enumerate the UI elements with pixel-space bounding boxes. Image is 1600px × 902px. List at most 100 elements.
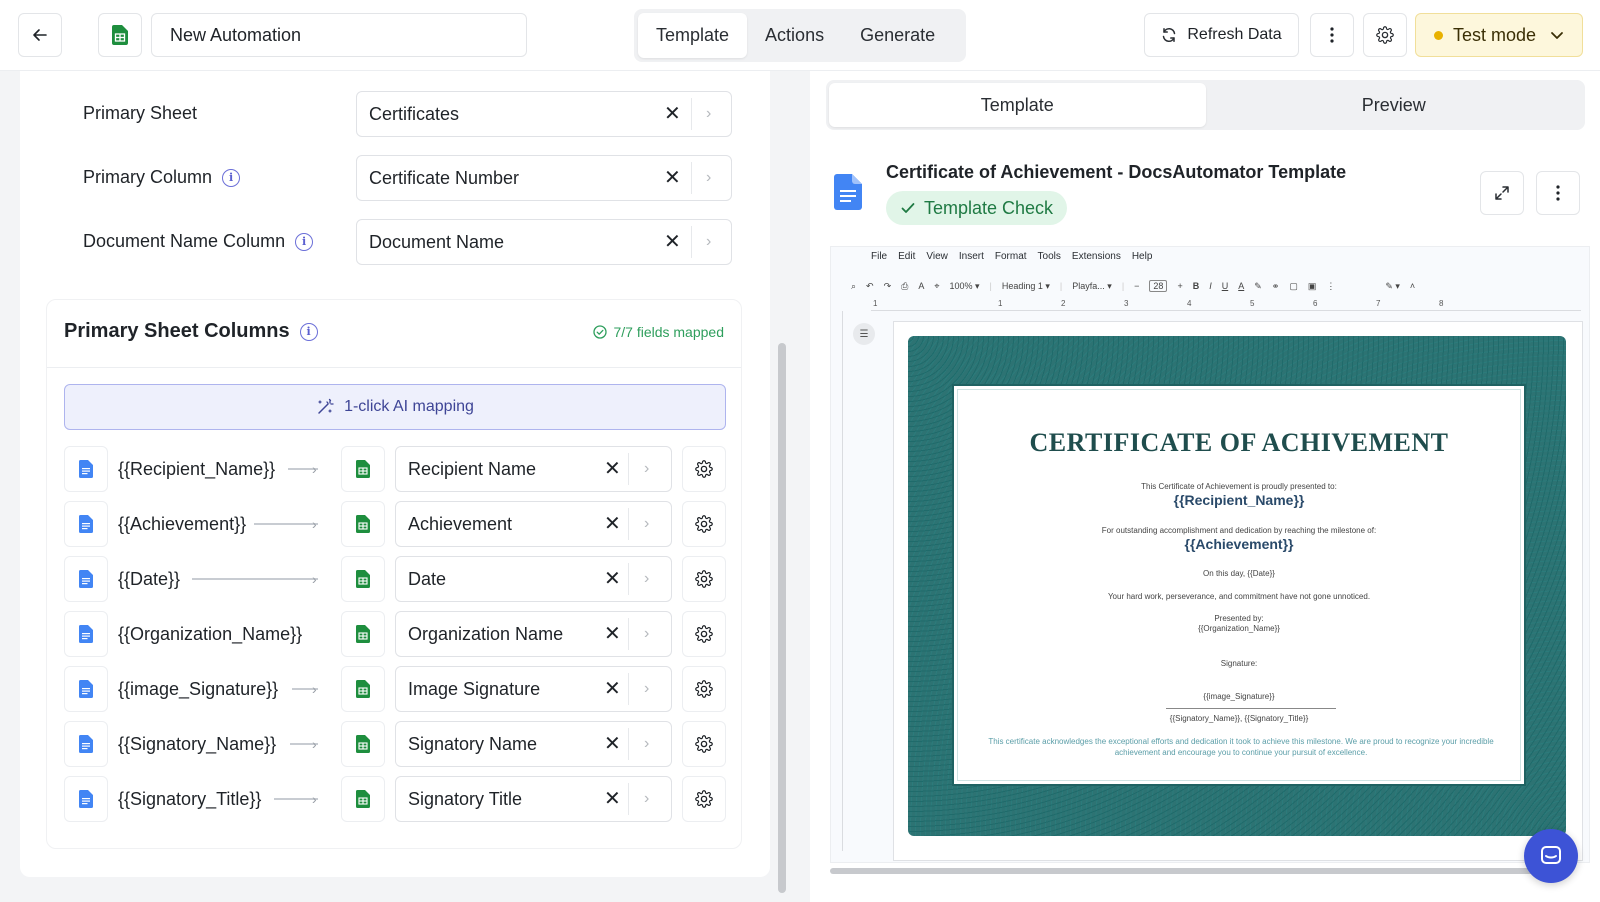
chevron-right-icon[interactable]: › (644, 447, 649, 491)
certificate-title: CERTIFICATE OF ACHIVEMENT (1029, 428, 1449, 457)
close-icon[interactable]: ✕ (664, 92, 681, 136)
refresh-data-button[interactable]: Refresh Data (1144, 13, 1299, 57)
google-doc-embed[interactable]: File Edit View Insert Format Tools Exten… (830, 246, 1590, 863)
menu-tools[interactable]: Tools (1038, 251, 1061, 262)
decrease-font-icon[interactable]: − (1134, 281, 1139, 291)
close-icon[interactable]: ✕ (604, 777, 621, 821)
chat-launcher-button[interactable] (1524, 829, 1578, 883)
close-icon[interactable]: ✕ (664, 156, 681, 200)
column-select[interactable]: Date ✕ › (395, 556, 672, 602)
print-icon[interactable]: ⎙ (901, 281, 908, 292)
ai-mapping-button[interactable]: 1-click AI mapping (64, 384, 726, 430)
google-sheets-icon (112, 25, 128, 45)
back-button[interactable] (18, 13, 62, 57)
column-value: Recipient Name (408, 459, 537, 479)
editing-mode-icon[interactable]: ✎ ▾ (1385, 281, 1400, 292)
mapping-settings-button[interactable] (682, 776, 726, 822)
close-icon[interactable]: ✕ (664, 220, 681, 264)
collapse-toolbar-icon[interactable]: ˄ (1410, 281, 1415, 291)
close-icon[interactable]: ✕ (604, 722, 621, 766)
paint-format-icon[interactable]: ⌖ (934, 281, 939, 292)
template-check-button[interactable]: Template Check (886, 191, 1068, 225)
chevron-right-icon[interactable]: › (644, 722, 649, 766)
left-panel-scrollbar[interactable] (778, 343, 786, 893)
menu-file[interactable]: File (871, 251, 887, 262)
info-icon[interactable]: i (299, 322, 318, 341)
tab-generate[interactable]: Generate (842, 13, 953, 58)
template-doc-title[interactable]: Certificate of Achievement - DocsAutomat… (886, 162, 1346, 183)
info-icon[interactable]: i (222, 168, 241, 187)
mapping-settings-button[interactable] (682, 666, 726, 712)
text-color-icon[interactable]: A (1238, 281, 1244, 291)
chevron-right-icon[interactable]: › (644, 777, 649, 821)
chevron-right-icon[interactable]: › (644, 667, 649, 711)
close-icon[interactable]: ✕ (604, 667, 621, 711)
highlight-icon[interactable]: ✎ (1254, 281, 1262, 292)
column-select[interactable]: Image Signature ✕ › (395, 666, 672, 712)
menu-edit[interactable]: Edit (898, 251, 915, 262)
bold-icon[interactable]: B (1193, 281, 1200, 291)
document-name-column-select[interactable]: Document Name ✕ › (356, 219, 732, 265)
tab-actions[interactable]: Actions (747, 13, 842, 58)
mapping-settings-button[interactable] (682, 611, 726, 657)
column-select[interactable]: Organization Name ✕ › (395, 611, 672, 657)
undo-icon[interactable]: ↶ (866, 281, 874, 292)
doc-more-button[interactable] (1536, 171, 1580, 215)
chevron-right-icon[interactable]: › (706, 156, 711, 200)
close-icon[interactable]: ✕ (604, 502, 621, 546)
sheets-source-button[interactable] (98, 13, 142, 57)
close-icon[interactable]: ✕ (604, 612, 621, 656)
tab-template[interactable]: Template (638, 13, 748, 58)
redo-icon[interactable]: ↷ (884, 281, 892, 292)
tab-preview[interactable]: Preview (1206, 83, 1583, 127)
info-icon[interactable]: i (295, 232, 314, 251)
menu-format[interactable]: Format (995, 251, 1027, 262)
chevron-right-icon[interactable]: › (644, 612, 649, 656)
link-icon[interactable]: ⚭ (1272, 281, 1280, 292)
tab-template-view[interactable]: Template (829, 83, 1206, 127)
underline-icon[interactable]: U (1222, 281, 1229, 291)
certificate-image-signature: {{image_Signature}} (1203, 692, 1275, 701)
more-options-button[interactable] (1310, 13, 1354, 57)
open-external-button[interactable] (1480, 171, 1524, 215)
font-size-input[interactable]: 28 (1149, 280, 1168, 292)
style-select[interactable]: Heading 1 ▾ (1002, 281, 1050, 292)
comment-icon[interactable]: ▢ (1289, 281, 1298, 292)
menu-insert[interactable]: Insert (959, 251, 984, 262)
chat-icon (1541, 846, 1561, 864)
column-select[interactable]: Recipient Name ✕ › (395, 446, 672, 492)
automation-name-input[interactable]: New Automation (151, 13, 527, 57)
column-select[interactable]: Signatory Name ✕ › (395, 721, 672, 767)
mapping-settings-button[interactable] (682, 721, 726, 767)
close-icon[interactable]: ✕ (604, 447, 621, 491)
menu-extensions[interactable]: Extensions (1072, 251, 1121, 262)
chevron-right-icon[interactable]: › (706, 220, 711, 264)
zoom-select[interactable]: 100% ▾ (949, 281, 979, 292)
gear-icon (695, 515, 713, 533)
font-select[interactable]: Playfa... ▾ (1072, 281, 1112, 292)
mapping-settings-button[interactable] (682, 446, 726, 492)
doc-horizontal-scrollbar[interactable] (830, 868, 1550, 874)
chevron-right-icon[interactable]: › (644, 557, 649, 601)
more-vertical-icon[interactable]: ⋮ (1326, 281, 1335, 292)
chevron-right-icon[interactable]: › (706, 92, 711, 136)
column-select[interactable]: Signatory Title ✕ › (395, 776, 672, 822)
close-icon[interactable]: ✕ (604, 557, 621, 601)
column-select[interactable]: Achievement ✕ › (395, 501, 672, 547)
mapping-settings-button[interactable] (682, 556, 726, 602)
spellcheck-icon[interactable]: A (918, 281, 924, 291)
italic-icon[interactable]: I (1209, 281, 1212, 291)
menu-view[interactable]: View (926, 251, 948, 262)
mapping-settings-button[interactable] (682, 501, 726, 547)
menu-help[interactable]: Help (1132, 251, 1153, 262)
settings-button[interactable] (1363, 13, 1407, 57)
increase-font-icon[interactable]: + (1177, 281, 1182, 291)
image-icon[interactable]: ▣ (1308, 281, 1317, 292)
column-value: Signatory Name (408, 734, 538, 754)
chevron-right-icon[interactable]: › (644, 502, 649, 546)
test-mode-dropdown[interactable]: Test mode (1415, 13, 1583, 57)
primary-column-select[interactable]: Certificate Number ✕ › (356, 155, 732, 201)
primary-sheet-select[interactable]: Certificates ✕ › (356, 91, 732, 137)
document-outline-icon[interactable]: ☰ (853, 323, 875, 345)
search-icon[interactable]: ⌕ (851, 281, 856, 292)
